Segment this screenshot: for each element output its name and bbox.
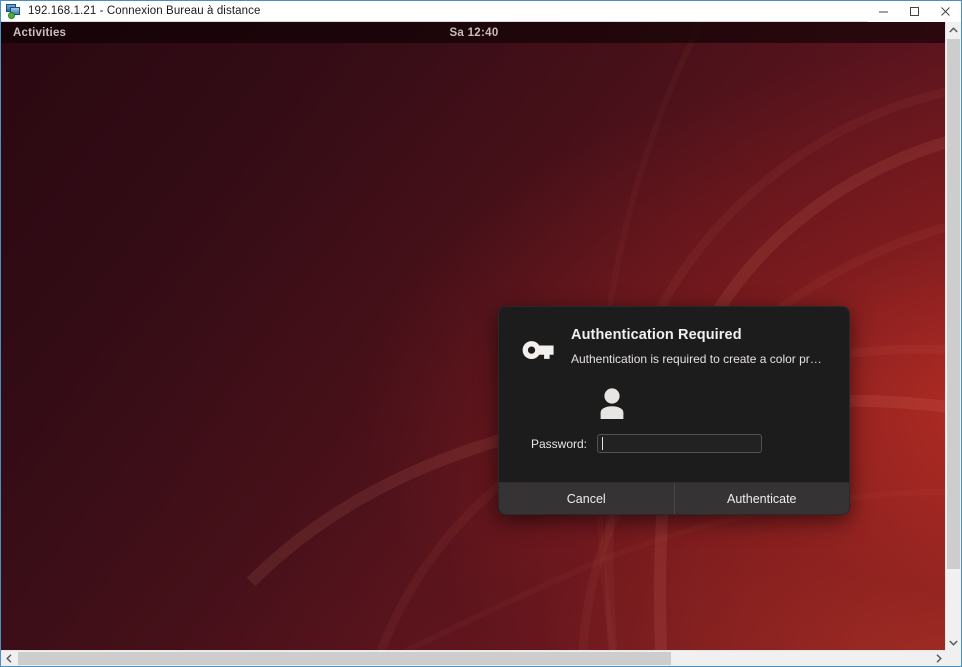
maximize-button[interactable]: [899, 1, 930, 22]
horizontal-scrollbar[interactable]: [1, 650, 947, 666]
authentication-dialog-body: Authentication Required Authentication i…: [499, 307, 849, 482]
chevron-down-icon: [949, 640, 958, 646]
authentication-header-text: Authentication Required Authentication i…: [571, 327, 829, 366]
scroll-down-button[interactable]: [946, 635, 961, 651]
window-controls: [868, 1, 961, 22]
password-label: Password:: [530, 436, 587, 451]
gnome-top-bar: Activities Sa 12:40: [1, 22, 947, 43]
minimize-button[interactable]: [868, 1, 899, 22]
close-icon: [941, 7, 950, 16]
avatar-row: [597, 387, 829, 419]
close-button[interactable]: [930, 1, 961, 22]
scroll-up-button[interactable]: [946, 22, 961, 38]
user-avatar-icon: [600, 388, 624, 419]
key-icon: [522, 341, 554, 360]
activities-button[interactable]: Activities: [13, 27, 66, 39]
authentication-header: Authentication Required Authentication i…: [519, 327, 829, 371]
authentication-dialog: Authentication Required Authentication i…: [498, 306, 850, 515]
chevron-left-icon: [6, 654, 12, 663]
password-row: Password:: [519, 434, 829, 453]
remote-desktop-viewport[interactable]: Activities Sa 12:40 Authentication Requi…: [1, 22, 947, 651]
remote-desktop-window: 192.168.1.21 - Connexion Bureau à distan…: [0, 0, 962, 667]
window-titlebar: 192.168.1.21 - Connexion Bureau à distan…: [1, 1, 961, 22]
password-input[interactable]: [597, 434, 762, 453]
vertical-scroll-thumb[interactable]: [947, 39, 960, 569]
window-title: 192.168.1.21 - Connexion Bureau à distan…: [28, 5, 261, 17]
chevron-right-icon: [936, 654, 942, 663]
scrollbar-corner: [945, 650, 961, 666]
remote-desktop-icon: [6, 3, 22, 19]
horizontal-scroll-thumb[interactable]: [18, 652, 671, 665]
minimize-icon: [879, 11, 888, 13]
text-caret: [602, 437, 603, 450]
cancel-button[interactable]: Cancel: [499, 483, 674, 514]
vertical-scrollbar[interactable]: [945, 22, 961, 651]
scroll-left-button[interactable]: [1, 651, 17, 666]
dialog-subtitle: Authentication is required to create a c…: [571, 352, 822, 366]
dialog-button-row: Cancel Authenticate: [499, 482, 849, 514]
topbar-clock[interactable]: Sa 12:40: [1, 27, 947, 39]
authenticate-button[interactable]: Authenticate: [673, 483, 849, 514]
chevron-up-icon: [949, 27, 958, 33]
maximize-icon: [910, 7, 919, 16]
dialog-title: Authentication Required: [571, 327, 742, 343]
